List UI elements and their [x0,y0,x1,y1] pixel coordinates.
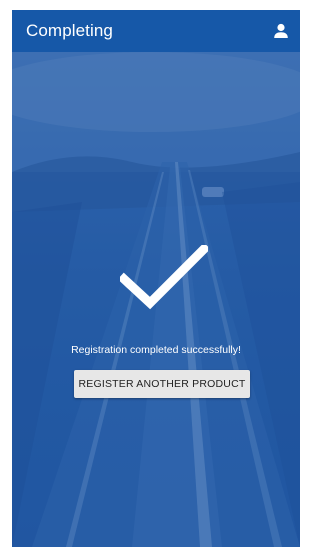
page-title: Completing [26,21,113,40]
check-icon [120,245,208,310]
account-icon[interactable] [272,22,290,40]
status-panel: Registration completed successfully! REG… [12,52,300,547]
app-screen: Completing Registration completed succes… [12,10,300,547]
success-message: Registration completed successfully! [71,344,241,356]
register-another-button[interactable]: REGISTER ANOTHER PRODUCT [74,370,250,398]
app-bar: Completing [12,10,300,52]
